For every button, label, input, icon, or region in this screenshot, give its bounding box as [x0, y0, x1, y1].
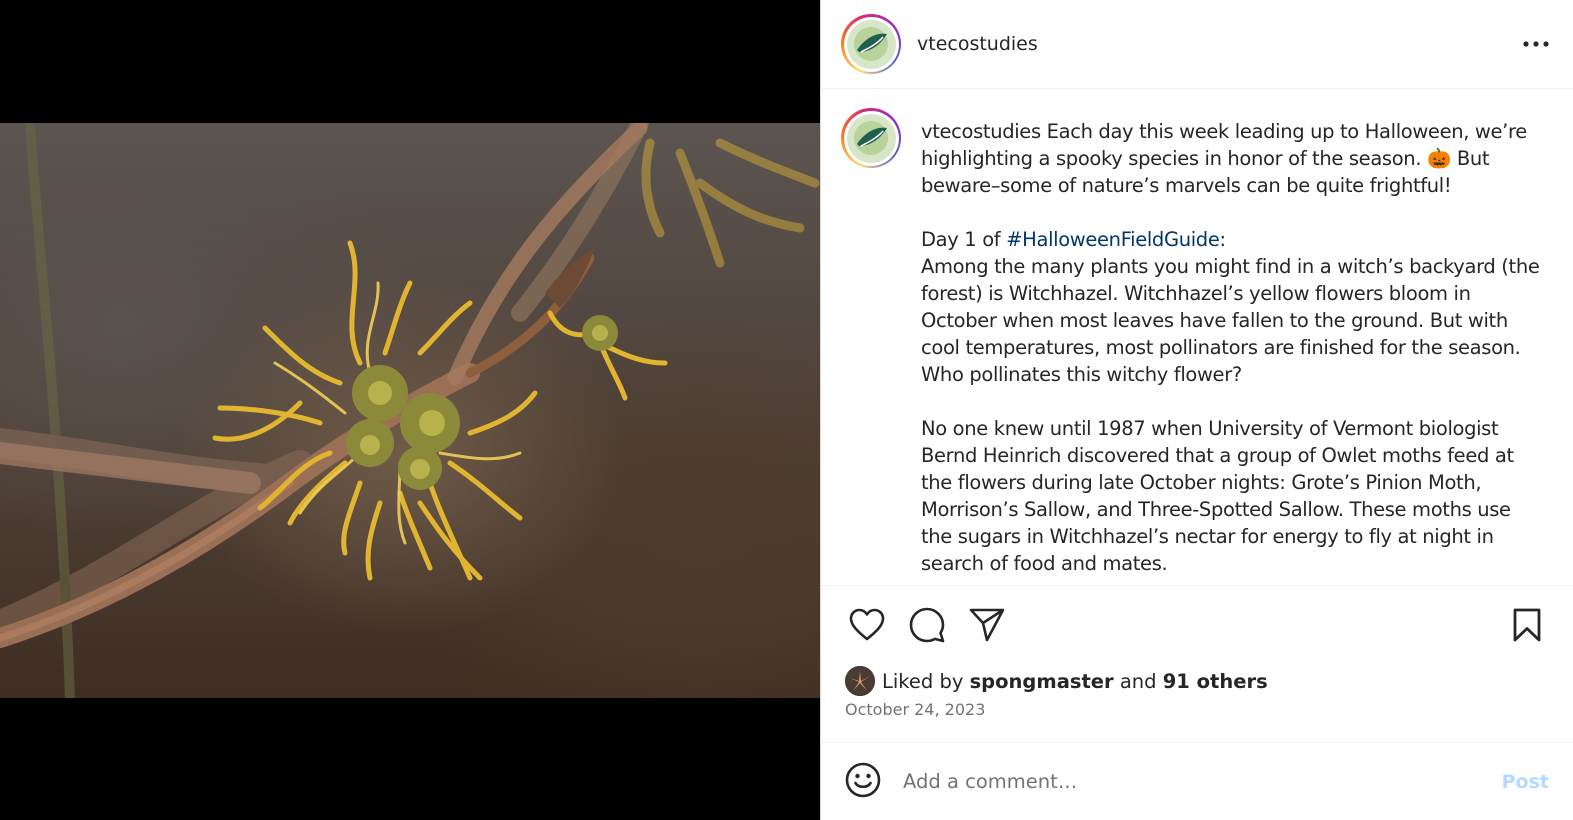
- caption-day-suffix: :: [1219, 228, 1226, 251]
- caption-para1-line: Among the many plants you might find in …: [921, 255, 1540, 278]
- post-sidebar: vtecostudies vtecostudies Each day this …: [820, 0, 1573, 820]
- liker-username[interactable]: spongmaster: [970, 670, 1114, 693]
- caption-username[interactable]: vtecostudies: [921, 120, 1041, 143]
- avatar-inner: [843, 110, 899, 166]
- likes-prefix: Liked by: [882, 669, 964, 693]
- send-icon: [969, 608, 1005, 642]
- more-options-button[interactable]: [1519, 27, 1553, 61]
- comment-input[interactable]: [903, 770, 1502, 793]
- media-panel: [0, 0, 820, 820]
- likes-middle: and: [1119, 669, 1157, 693]
- caption-para1-line: forest) is Witchhazel. Witchhazel’s yell…: [921, 282, 1471, 305]
- more-options-icon: [1523, 41, 1549, 47]
- pumpkin-emoji-icon: 🎃: [1427, 147, 1451, 170]
- like-button[interactable]: [845, 603, 889, 647]
- post-comment-button[interactable]: Post: [1502, 771, 1549, 793]
- liker-avatar-image: [845, 666, 875, 696]
- caption-para2-line: the flowers during late October nights: …: [921, 471, 1482, 494]
- caption-intro-line2b: But: [1456, 147, 1490, 170]
- caption-para2-line: No one knew until 1987 when University o…: [921, 417, 1499, 440]
- caption-area: vtecostudies Each day this week leading …: [821, 90, 1573, 586]
- liker-avatar[interactable]: [845, 666, 875, 696]
- avatar-inner: [843, 16, 899, 72]
- leaf-logo-icon: [854, 27, 888, 61]
- caption-avatar[interactable]: [841, 108, 901, 168]
- emoji-picker-button[interactable]: [845, 762, 881, 802]
- post-header: vtecostudies: [821, 0, 1573, 89]
- share-button[interactable]: [965, 603, 1009, 647]
- post-photo[interactable]: [0, 123, 820, 698]
- witchhazel-photo-illustration: [0, 123, 820, 698]
- caption-para2-line: Morrison’s Sallow, and Three-Spotted Sal…: [921, 498, 1511, 521]
- caption-para1-line: October when most leaves have fallen to …: [921, 309, 1508, 332]
- save-button[interactable]: [1505, 603, 1549, 647]
- header-username[interactable]: vtecostudies: [917, 33, 1038, 55]
- comment-button[interactable]: [905, 603, 949, 647]
- comment-bar: Post: [821, 742, 1573, 820]
- hashtag-link[interactable]: #HalloweenFieldGuide: [1006, 228, 1220, 251]
- likes-summary: Liked by spongmaster and 91 others: [845, 666, 1268, 696]
- action-bar: [845, 600, 1549, 650]
- caption-para2-line: search of food and mates.: [921, 552, 1168, 575]
- heart-icon: [849, 608, 885, 641]
- caption-para2-line: the sugars in Witchhazel’s nectar for en…: [921, 525, 1494, 548]
- caption-para1-line: cool temperatures, most pollinators are …: [921, 336, 1521, 359]
- comment-icon: [909, 607, 945, 643]
- post-caption: vtecostudies Each day this week leading …: [921, 118, 1541, 585]
- account-avatar[interactable]: [841, 14, 901, 74]
- caption-intro-line1: Each day this week leading up to Hallowe…: [1046, 120, 1528, 143]
- bookmark-icon: [1513, 608, 1541, 642]
- caption-para2-line: Bernd Heinrich discovered that a group o…: [921, 444, 1514, 467]
- vce-logo-icon: [846, 113, 896, 163]
- caption-day-prefix: Day 1 of: [921, 228, 1001, 251]
- caption-intro-line3: beware–some of nature’s marvels can be q…: [921, 174, 1452, 197]
- smiley-icon: [845, 762, 881, 797]
- post-date[interactable]: October 24, 2023: [845, 700, 985, 719]
- leaf-logo-icon: [854, 121, 888, 155]
- instagram-post-view: vtecostudies vtecostudies Each day this …: [0, 0, 1573, 820]
- caption-para1-line: Who pollinates this witchy flower?: [921, 363, 1242, 386]
- likes-others-link[interactable]: 91 others: [1163, 670, 1268, 693]
- vce-logo-icon: [846, 19, 896, 69]
- caption-intro-line2: highlighting a spooky species in honor o…: [921, 147, 1422, 170]
